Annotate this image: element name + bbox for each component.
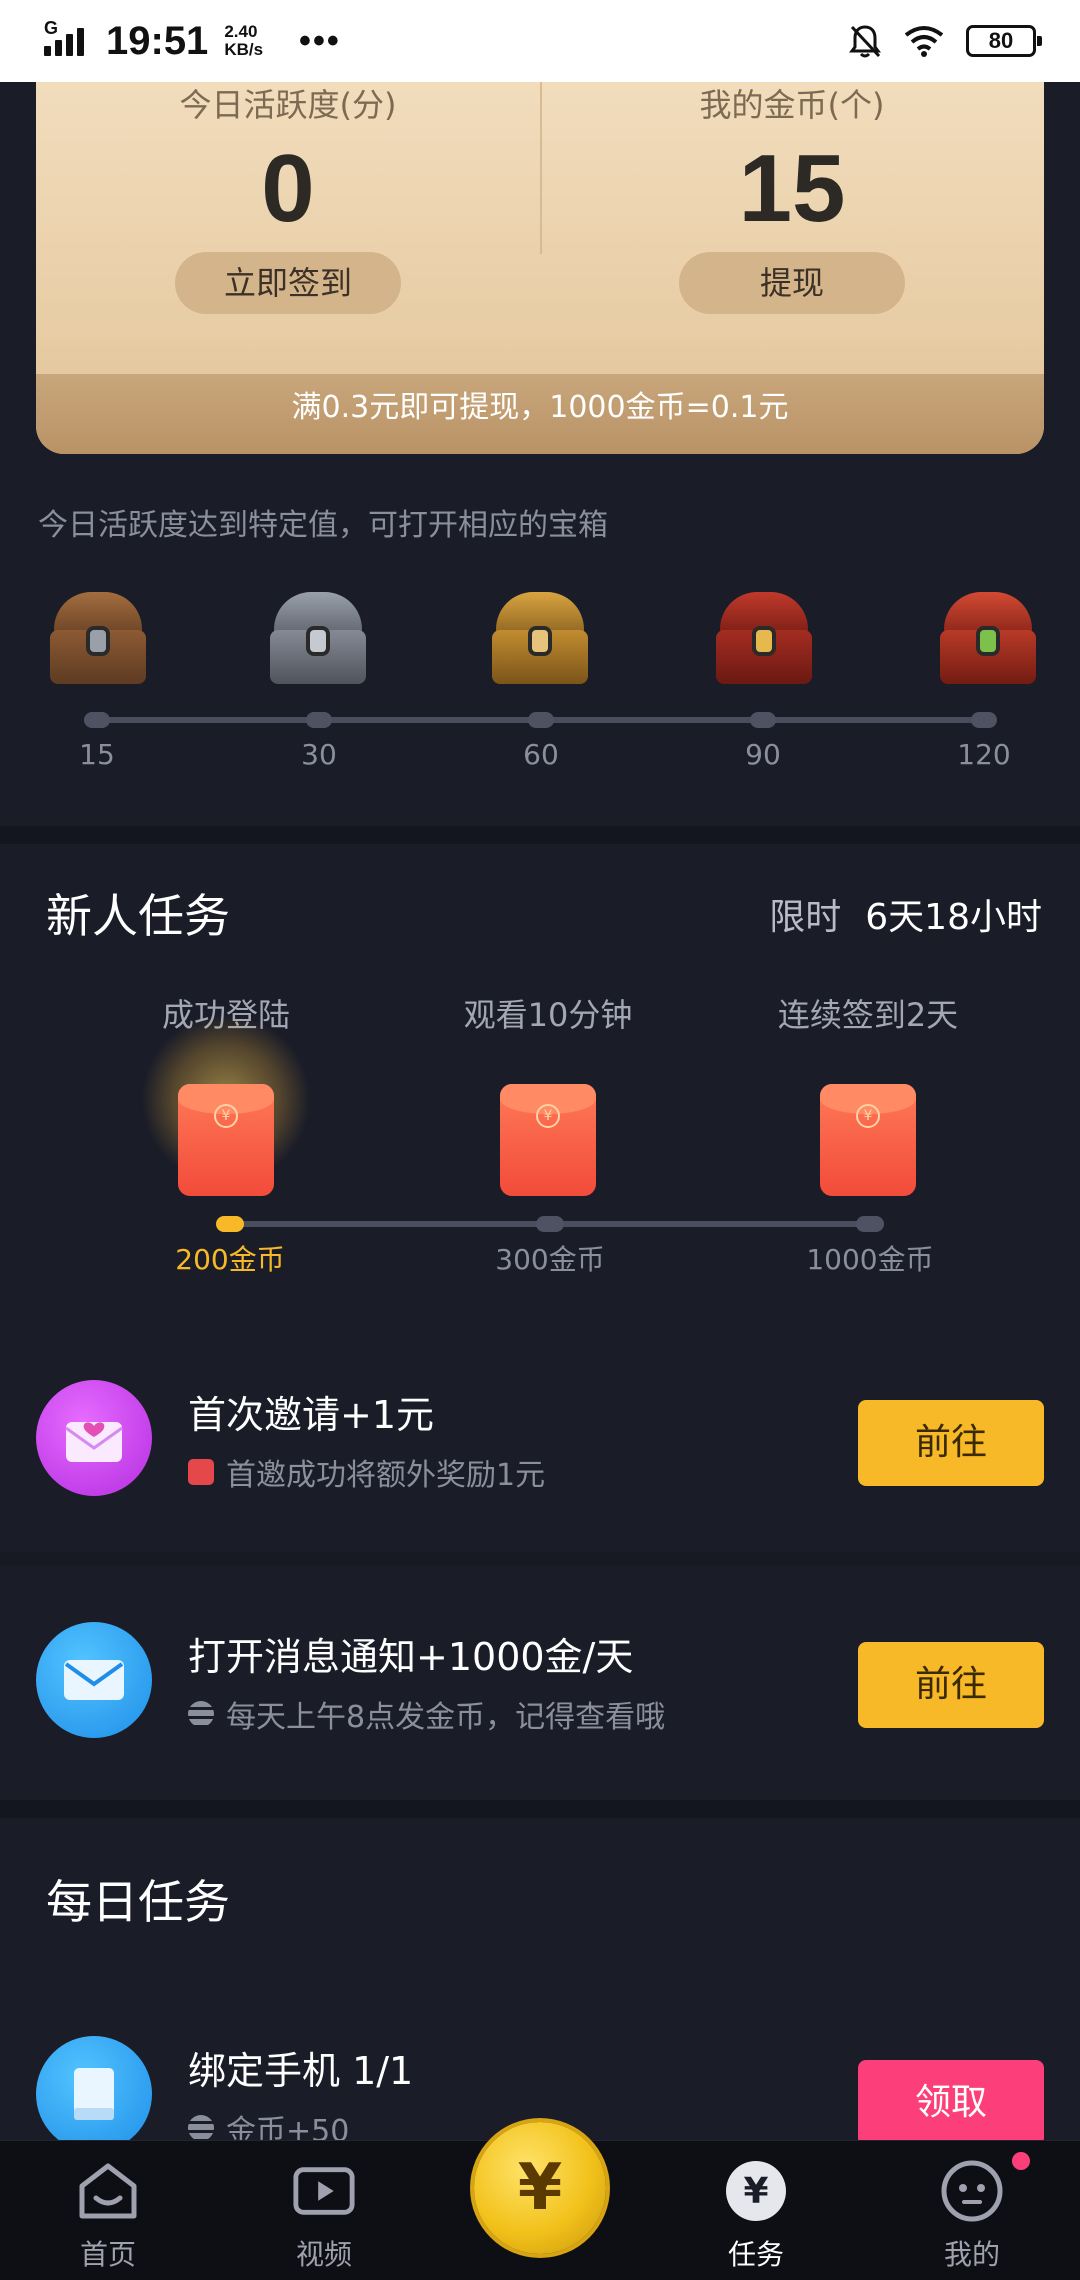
network-type: G — [44, 18, 59, 38]
red-envelope-icon: ¥ — [820, 1084, 916, 1196]
task-title: 打开消息通知+1000金/天 — [188, 1635, 634, 1679]
notification-dot — [1012, 2152, 1030, 2170]
task-title: 首次邀请+1元 — [188, 1393, 435, 1437]
task-subtitle: 每天上午8点发金币，记得查看哦 — [188, 1692, 665, 1736]
step-reward: 300金币 — [495, 1243, 605, 1276]
step-title: 观看10分钟 — [463, 996, 633, 1034]
chest-threshold: 90 — [745, 738, 781, 771]
nav-tasks[interactable]: ¥ 任务 — [686, 2159, 826, 2273]
phone-book-icon — [36, 2036, 152, 2152]
chest-gold-icon[interactable] — [490, 592, 590, 688]
step-title: 连续签到2天 — [777, 996, 959, 1034]
chest-knot — [750, 712, 776, 728]
speed-value: 2.40 — [224, 22, 258, 41]
nav-label: 任务 — [727, 2238, 784, 2271]
chest-threshold: 30 — [301, 738, 337, 771]
section-separator — [0, 1800, 1080, 1818]
chest-hint: 今日活跃度达到特定值，可打开相应的宝箱 — [38, 508, 608, 543]
nav-label: 我的 — [943, 2238, 1000, 2271]
task-subtitle: 首邀成功将额外奖励1元 — [188, 1450, 545, 1494]
chest-knot — [971, 712, 997, 728]
newbie-step[interactable]: 观看10分钟 ¥ — [398, 990, 698, 1196]
nav-label: 首页 — [79, 2238, 136, 2271]
task-row-notifications: 打开消息通知+1000金/天 每天上午8点发金币，记得查看哦 前往 — [0, 1592, 1080, 1782]
go-button[interactable]: 前往 — [858, 1400, 1044, 1486]
newbie-steps: 成功登陆 ¥ 观看10分钟 ¥ 连续签到2天 ¥ 200金币 300金币 100… — [0, 990, 1080, 1290]
chest-knot — [84, 712, 110, 728]
task-subtitle-text: 每天上午8点发金币，记得查看哦 — [226, 1700, 666, 1735]
go-button[interactable]: 前往 — [858, 1642, 1044, 1728]
nav-home[interactable]: 首页 — [38, 2159, 178, 2273]
status-bar: G 19:51 2.40 KB/s ••• 80 — [0, 0, 1080, 82]
chest-silver-icon[interactable] — [268, 592, 368, 688]
chest-royal-icon[interactable] — [938, 592, 1038, 688]
nav-profile[interactable]: 我的 — [902, 2159, 1042, 2273]
invite-letter-icon — [36, 1380, 152, 1496]
newbie-step[interactable]: 成功登陆 ¥ — [76, 990, 376, 1196]
speed-unit: KB/s — [224, 40, 264, 59]
more-notifications-icon: ••• — [299, 21, 341, 60]
time-limit-value: 6天18小时 — [865, 897, 1042, 938]
coin-stack-icon — [188, 2115, 214, 2141]
svg-text:¥: ¥ — [743, 2171, 768, 2212]
yen-coin-icon: ¥ — [474, 2122, 606, 2254]
status-bar-right: 80 — [848, 23, 1042, 59]
newbie-tasks-title: 新人任务 — [46, 889, 230, 943]
profile-face-icon — [940, 2159, 1004, 2223]
checkin-button[interactable]: 立即签到 — [175, 252, 401, 314]
chest-knot — [306, 712, 332, 728]
newbie-knot — [856, 1216, 884, 1232]
activity-panel: 今日活跃度(分) 0 立即签到 — [36, 82, 540, 372]
wifi-icon — [904, 26, 944, 57]
withdraw-rule-note: 满0.3元即可提现，1000金币=0.1元 — [36, 374, 1044, 454]
coins-panel: 我的金币(个) 15 提现 — [540, 82, 1044, 372]
red-packet-icon — [188, 1459, 214, 1485]
status-bar-left: G 19:51 2.40 KB/s ••• — [44, 18, 341, 64]
coin-stack-icon — [188, 1701, 214, 1727]
withdraw-button[interactable]: 提现 — [679, 252, 905, 314]
center-coin-button[interactable]: ¥ — [470, 2118, 610, 2258]
newbie-knot — [536, 1216, 564, 1232]
network-speed: 2.40 KB/s — [224, 23, 263, 59]
nav-label: 视频 — [295, 2238, 352, 2271]
battery-icon: 80 — [966, 25, 1042, 57]
coins-value: 15 — [738, 135, 846, 242]
section-separator — [0, 826, 1080, 844]
chest-threshold: 120 — [957, 738, 1011, 771]
daily-tasks-title: 每日任务 — [46, 1875, 230, 1929]
coins-label: 我的金币(个) — [699, 86, 885, 124]
task-yen-icon: ¥ — [724, 2159, 788, 2223]
clock: 19:51 — [106, 18, 209, 63]
chest-progress: 15 30 60 90 120 — [0, 580, 1080, 780]
activity-value: 0 — [261, 135, 315, 242]
notifications-off-icon — [849, 25, 881, 58]
task-row-invite: 首次邀请+1元 首邀成功将额外奖励1元 前往 — [0, 1350, 1080, 1540]
red-envelope-icon: ¥ — [178, 1084, 274, 1196]
chest-bronze-icon[interactable] — [48, 592, 148, 688]
row-separator — [0, 1552, 1080, 1566]
step-reward: 200金币 — [175, 1243, 285, 1276]
claim-button[interactable]: 领取 — [858, 2060, 1044, 2146]
signal-icon: G — [44, 18, 84, 56]
step-reward: 1000金币 — [806, 1243, 934, 1276]
nav-video[interactable]: 视频 — [254, 2159, 394, 2273]
newbie-step[interactable]: 连续签到2天 ¥ — [718, 990, 1018, 1196]
summary-card: 今日活跃度(分) 0 立即签到 我的金币(个) 15 提现 满0.3元即可提现，… — [36, 82, 1044, 454]
task-title: 绑定手机 1/1 — [188, 2049, 414, 2093]
mail-icon — [36, 1622, 152, 1738]
red-envelope-icon: ¥ — [500, 1084, 596, 1196]
chest-threshold: 15 — [79, 738, 115, 771]
time-limit: 限时 6天18小时 — [769, 888, 1042, 940]
home-icon — [76, 2159, 140, 2223]
video-icon — [292, 2159, 356, 2223]
time-limit-label: 限时 — [769, 897, 842, 938]
chest-knot — [528, 712, 554, 728]
chest-threshold: 60 — [523, 738, 559, 771]
newbie-knot-active — [216, 1216, 244, 1232]
activity-label: 今日活跃度(分) — [179, 86, 397, 124]
task-subtitle-text: 首邀成功将额外奖励1元 — [226, 1458, 546, 1493]
chest-red-icon[interactable] — [714, 592, 814, 688]
